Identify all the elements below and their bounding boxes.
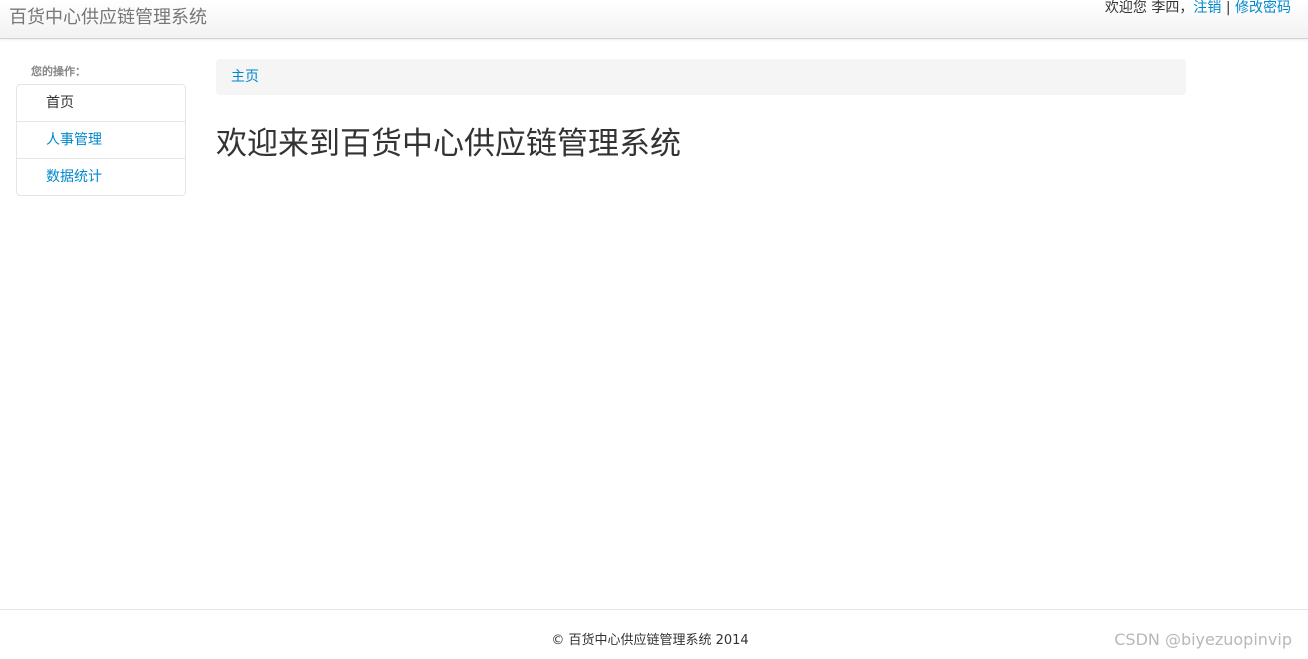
breadcrumb: 主页 bbox=[216, 59, 1186, 95]
separator: | bbox=[1225, 0, 1231, 16]
logout-link[interactable]: 注销 bbox=[1193, 0, 1221, 16]
change-password-link[interactable]: 修改密码 bbox=[1235, 0, 1291, 16]
page-title: 欢迎来到百货中心供应链管理系统 bbox=[216, 126, 681, 162]
top-navbar: 百货中心供应链管理系统 欢迎您 李四，注销 | 修改密码 bbox=[0, 0, 1308, 39]
sidebar-item-statistics[interactable]: 数据统计 bbox=[17, 158, 185, 195]
footer-divider bbox=[0, 609, 1308, 610]
sidebar-item-personnel[interactable]: 人事管理 bbox=[17, 121, 185, 158]
page: 百货中心供应链管理系统 欢迎您 李四，注销 | 修改密码 您的操作： 首页 人事… bbox=[0, 0, 1308, 659]
watermark: CSDN @biyezuopinvip bbox=[1114, 630, 1292, 649]
greeting-text: 欢迎您 李四， bbox=[1104, 0, 1194, 16]
app-brand-title[interactable]: 百货中心供应链管理系统 bbox=[9, 6, 207, 30]
sidebar-header: 您的操作： bbox=[31, 65, 86, 78]
sidebar: 您的操作： 首页 人事管理 数据统计 bbox=[16, 60, 186, 196]
breadcrumb-home-link[interactable]: 主页 bbox=[231, 68, 259, 86]
sidebar-nav-list: 首页 人事管理 数据统计 bbox=[16, 84, 186, 196]
user-area: 欢迎您 李四，注销 | 修改密码 bbox=[1105, 0, 1291, 16]
footer-copyright: © 百货中心供应链管理系统 2014 bbox=[551, 633, 749, 648]
sidebar-item-home[interactable]: 首页 bbox=[17, 85, 185, 121]
